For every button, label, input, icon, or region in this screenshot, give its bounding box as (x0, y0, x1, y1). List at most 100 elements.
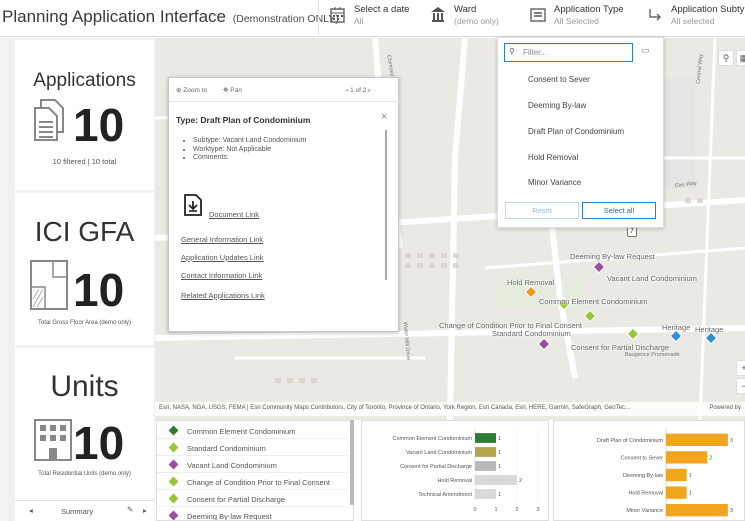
ward-filter[interactable]: Ward (demo only) (430, 4, 510, 32)
pan-button[interactable]: ✥ Pan (223, 86, 242, 94)
chart-bar (666, 486, 687, 499)
application-updates-link[interactable]: Application Updates Link (181, 253, 264, 262)
option-draft-plan-of-condominium[interactable]: Draft Plan of Condominium (528, 127, 624, 136)
chart-bar (475, 461, 496, 471)
prev-arrow-icon[interactable]: ◂ (29, 506, 33, 515)
type-bar-chart: Draft Plan of Condominium 3 Consent to Sev… (597, 429, 733, 519)
option-deeming-by-law[interactable]: Deeming By-law (528, 101, 586, 110)
application-type-value: All Selected (554, 16, 599, 26)
map-label-deeming: Deeming By-law Request (570, 252, 655, 261)
units-card: Units 10 Total Residential Units (demo o… (15, 348, 154, 521)
popup-details: Subtype: Vacant Land Condominium Worktyp… (193, 137, 307, 163)
popup-title: Type: Draft Plan of Condominium (176, 115, 311, 125)
chart-value-label: 2 (709, 455, 712, 461)
powered-by-esri[interactable]: Powered by (703, 405, 741, 411)
popup-pager[interactable]: ◃ 1 of 2 ▹ (345, 86, 371, 94)
application-subtype-filter[interactable]: Application Subtype All selected (647, 4, 745, 32)
chart-bar (666, 504, 728, 517)
basemap-toggle-button[interactable]: ▦ (736, 50, 745, 66)
application-subtype-value: All selected (671, 16, 715, 26)
edit-pencil-icon[interactable]: ✎ (127, 505, 133, 514)
chart-category-label: Consent to Sever (621, 455, 664, 461)
legend-item: Deeming By-law Request (157, 508, 347, 521)
chart-bar (666, 451, 708, 464)
detail-comments: Comments: (193, 154, 307, 163)
chart-category-label: Deeming By-law (623, 473, 663, 479)
chart-value-label: 1 (689, 491, 692, 497)
contact-information-link[interactable]: Contact Information Link (181, 271, 262, 280)
zoom-out-button[interactable]: − (736, 378, 745, 394)
ici-gfa-value: 10 (73, 264, 125, 316)
legend-swatch (168, 510, 179, 520)
option-consent-to-sever[interactable]: Consent to Sever (528, 75, 590, 84)
detail-subtype: Subtype: Vacant Land Condominium (193, 137, 307, 146)
legend-item: Common Element Condominium (157, 423, 347, 439)
map-label-heritage-2: Heritage (695, 325, 724, 334)
document-link[interactable]: Document Link (209, 210, 259, 219)
legend-item: Vacant Land Condominium (157, 457, 347, 473)
zoom-to-button[interactable]: ⊕ Zoom to (176, 86, 207, 94)
chart-category-label: Consent for Partial Discharge (400, 464, 472, 470)
application-type-filter[interactable]: Application Type All Selected (530, 4, 650, 32)
dropdown-filter-input[interactable]: ⚲ Filter... (504, 43, 633, 62)
summary-nav: ◂ Summary ✎ ▸ (15, 500, 154, 521)
type-chart-panel: Draft Plan of Condominium 3 Consent to Sev… (553, 420, 745, 521)
date-filter-value: All (354, 16, 364, 26)
date-filter[interactable]: Select a date All (330, 4, 420, 32)
chart-bar (475, 475, 517, 485)
chart-value-label: 3 (730, 438, 733, 444)
option-hold-removal[interactable]: Hold Removal (528, 153, 578, 162)
legend-label: Change of Condition Prior to Final Conse… (187, 478, 330, 487)
application-subtype-label: Application Subtype (671, 4, 745, 15)
units-title: Units (50, 370, 119, 403)
map-search-button[interactable]: ⚲ (718, 50, 734, 66)
legend-item: Standard Condominium (157, 440, 347, 456)
detail-worktype: Worktype: Not Applicable (193, 146, 307, 155)
legend-label: Deeming By-law Request (187, 512, 272, 521)
building-icon (431, 7, 445, 22)
attribution-text: Esri, NASA, NGA, USGS, FEMA | Esri Commu… (159, 405, 630, 411)
legend-label: Common Element Condominium (187, 427, 296, 436)
chart-value-label: 1 (498, 436, 501, 442)
related-applications-link[interactable]: Related Applications Link (181, 291, 265, 300)
general-information-link[interactable]: General Information Link (181, 235, 263, 244)
popup-scrollbar[interactable] (385, 130, 387, 280)
app-title-note: (Demonstration ONLY) (232, 13, 339, 25)
chart-tick-label: 0 (473, 507, 476, 513)
map-label-heritage-1: Heritage (662, 323, 691, 332)
chart-value-label: 2 (519, 478, 522, 484)
legend-scrollbar[interactable] (350, 420, 354, 505)
chart-value-label: 1 (498, 492, 501, 498)
option-minor-variance[interactable]: Minor Variance (528, 178, 581, 187)
pager-next-icon[interactable]: ▹ (368, 87, 371, 94)
chart-value-label: 1 (498, 464, 501, 470)
select-all-button[interactable]: Select all (582, 202, 656, 219)
download-document-icon[interactable] (183, 194, 203, 216)
legend-swatch (168, 476, 179, 487)
zoom-in-icon: ⊕ (176, 87, 182, 94)
search-icon: ⚲ (509, 47, 515, 56)
legend-label: Consent for Partial Discharge (187, 495, 285, 504)
applications-title: Applications (33, 70, 136, 91)
dropdown-buttons: Reset Select all (505, 202, 656, 219)
chart-bar (666, 433, 728, 446)
pager-text: 1 of 2 (350, 87, 367, 94)
close-icon[interactable]: × (381, 111, 387, 123)
summary-label: Summary (61, 507, 94, 516)
zoom-to-label: Zoom to (183, 87, 208, 94)
next-arrow-icon[interactable]: ▸ (143, 506, 147, 515)
applications-value: 10 (73, 99, 125, 151)
list-toggle-icon[interactable]: ▭ (641, 45, 650, 56)
ici-gfa-card: ICI GFA 10 Total Gross Floor Area (demo … (15, 193, 154, 345)
zoom-in-button[interactable]: + (736, 360, 745, 376)
map-label-hold: Hold Removal (507, 278, 555, 287)
map-label-standard: Standard Condominium (492, 329, 571, 338)
header-divider (318, 0, 319, 37)
chart-bar (666, 468, 687, 482)
documents-icon (34, 99, 64, 141)
reset-button[interactable]: Reset (505, 202, 579, 219)
legend-label: Standard Condominium (187, 444, 266, 453)
filter-placeholder: Filter... (523, 48, 548, 57)
pager-prev-icon[interactable]: ◃ (345, 87, 348, 94)
chart-tick-label: 2 (515, 507, 518, 513)
